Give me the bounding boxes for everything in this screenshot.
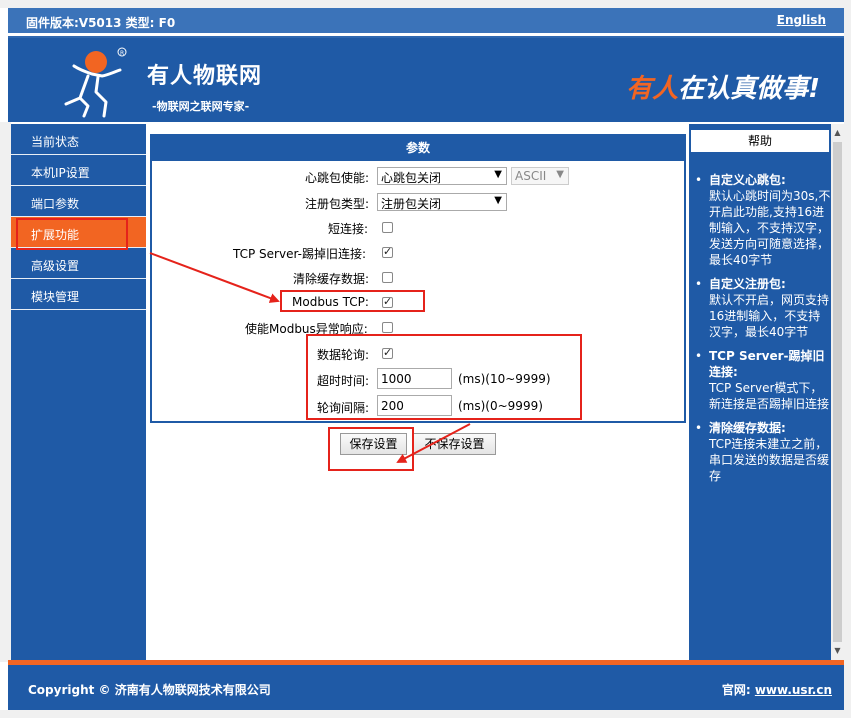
window-frame-right xyxy=(844,0,851,718)
register-label: 注册包类型: xyxy=(305,197,370,211)
firmware-info: 固件版本:V5013 类型: F0 xyxy=(26,16,176,30)
chevron-down-icon: ▼ xyxy=(556,169,564,180)
chevron-down-icon: ▼ xyxy=(494,195,502,206)
scrollbar[interactable]: ▲ ▼ xyxy=(831,124,844,660)
window-frame-top xyxy=(0,0,851,8)
annotation-box-modbus xyxy=(280,290,425,312)
heartbeat-format-select[interactable]: ASCII ▼ xyxy=(511,167,569,185)
help-list: 自定义心跳包: 默认心跳时间为30s,不开启此功能,支持16进制输入，不支持汉字，… xyxy=(692,172,832,492)
heartbeat-select-value: 心跳包关闭 xyxy=(381,171,442,185)
brand-header: R 有人物联网 -物联网之联网专家- 有人在认真做事! xyxy=(8,36,844,122)
slogan-text: 在认真做事! xyxy=(678,74,820,104)
help-item-title: 自定义注册包: xyxy=(709,277,786,291)
help-item-title: 清除缓存数据: xyxy=(709,421,786,435)
chevron-down-icon: ▼ xyxy=(494,169,502,180)
help-item: 清除缓存数据: TCP连接未建立之前，串口发送的数据是否缓存 xyxy=(692,420,832,484)
sidebar-item-ip-settings[interactable]: 本机IP设置 xyxy=(11,155,146,186)
scroll-up-icon[interactable]: ▲ xyxy=(831,126,844,140)
language-link-english[interactable]: English xyxy=(777,13,826,27)
website-link[interactable]: www.usr.cn xyxy=(755,683,832,697)
copyright-text: Copyright © 济南有人物联网技术有限公司 xyxy=(28,683,271,697)
clear-cache-label: 清除缓存数据: xyxy=(293,272,370,286)
help-item: 自定义心跳包: 默认心跳时间为30s,不开启此功能,支持16进制输入，不支持汉字，… xyxy=(692,172,832,268)
help-item-title: TCP Server-踢掉旧连接: xyxy=(709,349,825,379)
top-bar: 固件版本:V5013 类型: F0 English xyxy=(8,8,844,33)
register-select[interactable]: 注册包关闭 ▼ xyxy=(377,193,507,211)
help-item-title: 自定义心跳包: xyxy=(709,173,786,187)
usr-logo-icon: R xyxy=(64,47,127,118)
brand-slogan: 有人在认真做事! xyxy=(626,68,820,105)
register-select-value: 注册包关闭 xyxy=(381,197,442,211)
help-item-text: 默认心跳时间为30s,不开启此功能,支持16进制输入，不支持汉字，发送方向可随意… xyxy=(709,189,831,267)
short-conn-label: 短连接: xyxy=(328,222,369,236)
window-frame-bottom xyxy=(0,710,851,718)
params-header: 参数 xyxy=(152,136,684,161)
short-conn-checkbox[interactable] xyxy=(382,222,393,233)
help-item-text: TCP连接未建立之前，串口发送的数据是否缓存 xyxy=(709,437,830,483)
scrollbar-thumb[interactable] xyxy=(833,142,842,642)
sidebar-item-advanced[interactable]: 高级设置 xyxy=(11,248,146,279)
website-info: 官网: www.usr.cn xyxy=(722,681,832,698)
slogan-highlight: 有人 xyxy=(626,74,679,104)
website-label: 官网: xyxy=(721,683,751,697)
brand-title: 有人物联网 xyxy=(147,64,263,89)
sidebar-item-port-params[interactable]: 端口参数 xyxy=(11,186,146,217)
window-frame-left xyxy=(0,122,11,662)
svg-text:R: R xyxy=(120,50,124,57)
help-item: TCP Server-踢掉旧连接:TCP Server模式下，新连接是否踢掉旧连… xyxy=(692,348,832,412)
annotation-box-sidebar xyxy=(16,218,128,250)
footer: Copyright © 济南有人物联网技术有限公司 官网: www.usr.cn xyxy=(8,665,844,710)
sidebar-nav: 当前状态 本机IP设置 端口参数 扩展功能 高级设置 模块管理 xyxy=(11,124,146,660)
heartbeat-select[interactable]: 心跳包关闭 ▼ xyxy=(377,167,507,185)
brand-subtitle: -物联网之联网专家- xyxy=(152,100,250,113)
annotation-box-polling xyxy=(306,334,582,420)
help-item: 自定义注册包: 默认不开启，网页支持16进制输入，不支持汉字，最长40字节 xyxy=(692,276,832,340)
heartbeat-format-value: ASCII xyxy=(515,169,547,183)
annotation-box-save xyxy=(328,427,414,471)
sidebar-item-module-mgmt[interactable]: 模块管理 xyxy=(11,279,146,310)
help-header: 帮助 xyxy=(689,128,831,154)
tcp-kick-label: TCP Server-踢掉旧连接: xyxy=(233,247,367,261)
clear-cache-checkbox[interactable] xyxy=(382,272,393,283)
no-save-button[interactable]: 不保存设置 xyxy=(413,433,496,455)
sidebar-item-status[interactable]: 当前状态 xyxy=(11,124,146,155)
scroll-down-icon[interactable]: ▼ xyxy=(831,644,844,658)
help-item-text: 默认不开启，网页支持16进制输入，不支持汉字，最长40字节 xyxy=(709,293,830,339)
help-item-text: TCP Server模式下，新连接是否踢掉旧连接 xyxy=(709,381,830,411)
modbus-exception-checkbox[interactable] xyxy=(382,322,393,333)
heartbeat-label: 心跳包使能: xyxy=(305,171,370,185)
tcp-kick-checkbox[interactable] xyxy=(382,245,393,258)
